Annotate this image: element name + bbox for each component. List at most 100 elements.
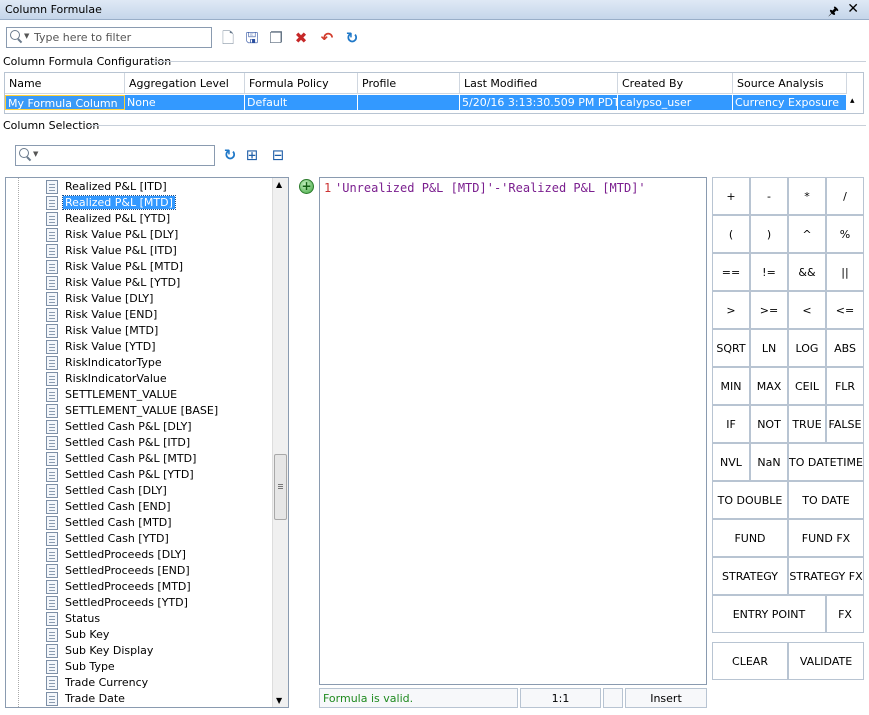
table-cell[interactable]: None xyxy=(125,95,245,110)
calc-button[interactable]: ^ xyxy=(788,215,826,253)
calc-button[interactable]: + xyxy=(712,177,750,215)
tree-item-label[interactable]: Status xyxy=(63,612,102,625)
column-search-input[interactable] xyxy=(41,147,211,164)
tree-item-label[interactable]: Risk Value P&L [YTD] xyxy=(63,276,182,289)
clear-button[interactable]: CLEAR xyxy=(712,642,788,680)
calc-button[interactable]: != xyxy=(750,253,788,291)
calc-button[interactable]: - xyxy=(750,177,788,215)
table-cell[interactable]: 5/20/16 3:13:30.509 PM PDT xyxy=(460,95,618,110)
copy-icon[interactable]: ❐ xyxy=(267,29,285,47)
table-scroll-icon[interactable]: ▴ xyxy=(850,96,855,106)
add-column-icon[interactable]: + xyxy=(299,179,314,194)
tree-item-label[interactable]: RiskIndicatorType xyxy=(63,356,164,369)
calc-button[interactable]: % xyxy=(826,215,864,253)
calc-button[interactable]: >= xyxy=(750,291,788,329)
scroll-up-icon[interactable]: ▲ xyxy=(276,180,282,189)
tree-item-label[interactable]: Risk Value [YTD] xyxy=(63,340,158,353)
tree-item-label[interactable]: Sub Key xyxy=(63,628,111,641)
fx-button[interactable]: FX xyxy=(826,595,864,633)
tree-item-label[interactable]: Settled Cash P&L [YTD] xyxy=(63,468,196,481)
table-cell[interactable]: calypso_user xyxy=(618,95,733,110)
validate-button[interactable]: VALIDATE xyxy=(788,642,864,680)
tree-item-label[interactable]: SettledProceeds [END] xyxy=(63,564,192,577)
tree-item-label[interactable]: Risk Value P&L [ITD] xyxy=(63,244,179,257)
calc-button[interactable]: STRATEGY xyxy=(712,557,788,595)
calc-button[interactable]: CEIL xyxy=(788,367,826,405)
calc-button[interactable]: == xyxy=(712,253,750,291)
tree-item-label[interactable]: SETTLEMENT_VALUE [BASE] xyxy=(63,404,220,417)
new-icon[interactable]: 🗋 xyxy=(219,29,237,47)
formula-editor[interactable]: 1 'Unrealized P&L [MTD]'-'Realized P&L [… xyxy=(319,177,707,685)
tree-scrollbar[interactable]: ▲ ▼ xyxy=(272,178,288,707)
calc-button[interactable]: ( xyxy=(712,215,750,253)
calc-button[interactable]: TRUE xyxy=(788,405,826,443)
delete-icon[interactable]: ✖ xyxy=(292,29,310,47)
config-filter[interactable]: ▼ xyxy=(6,27,212,48)
scroll-down-icon[interactable]: ▼ xyxy=(276,696,282,705)
calc-button[interactable]: STRATEGY FX xyxy=(788,557,864,595)
tree-item-label[interactable]: SettledProceeds [DLY] xyxy=(63,548,188,561)
calc-button[interactable]: <= xyxy=(826,291,864,329)
calc-button[interactable]: && xyxy=(788,253,826,291)
tree-item-label[interactable]: Risk Value P&L [DLY] xyxy=(63,228,180,241)
tree-item-label[interactable]: Settled Cash [YTD] xyxy=(63,532,171,545)
calc-button[interactable]: FUND xyxy=(712,519,788,557)
table-cell[interactable]: Default xyxy=(245,95,358,110)
table-cell[interactable]: My Formula Column xyxy=(5,95,125,110)
column-header[interactable]: Created By xyxy=(618,73,733,94)
column-header[interactable]: Name xyxy=(5,73,125,94)
entry-point-button[interactable]: ENTRY POINT xyxy=(712,595,826,633)
calc-button[interactable]: FUND FX xyxy=(788,519,864,557)
column-tree[interactable]: Realized P&L [ITD] Realized P&L [MTD] Real… xyxy=(5,177,289,708)
calc-button[interactable]: MIN xyxy=(712,367,750,405)
calc-button[interactable]: < xyxy=(788,291,826,329)
calc-button[interactable]: SQRT xyxy=(712,329,750,367)
calc-button[interactable]: * xyxy=(788,177,826,215)
calc-button[interactable]: / xyxy=(826,177,864,215)
selection-filter[interactable]: ▼ xyxy=(15,145,215,166)
refresh-icon[interactable]: ↻ xyxy=(221,146,239,164)
calc-button[interactable]: || xyxy=(826,253,864,291)
calc-button[interactable]: TO DOUBLE xyxy=(712,481,788,519)
close-icon[interactable]: ✕ xyxy=(847,1,859,17)
tree-item-label[interactable]: Sub Type xyxy=(63,660,117,673)
tree-item-label[interactable]: Sub Key Display xyxy=(63,644,155,657)
tree-item-label[interactable]: Trade Currency xyxy=(63,676,150,689)
tree-item-label[interactable]: Settled Cash [MTD] xyxy=(63,516,174,529)
calc-button[interactable]: ABS xyxy=(826,329,864,367)
tree-item-label[interactable]: SETTLEMENT_VALUE xyxy=(63,388,179,401)
calc-button[interactable]: TO DATE xyxy=(788,481,864,519)
tree-item-label[interactable]: Settled Cash P&L [ITD] xyxy=(63,436,192,449)
tree-item-label[interactable]: Settled Cash P&L [MTD] xyxy=(63,452,198,465)
calc-button[interactable]: LOG xyxy=(788,329,826,367)
column-header[interactable]: Last Modified xyxy=(460,73,618,94)
calc-button[interactable]: NVL xyxy=(712,443,750,481)
column-header[interactable]: Source Analysis xyxy=(733,73,847,94)
calc-button[interactable]: LN xyxy=(750,329,788,367)
expand-all-icon[interactable]: ⊞ xyxy=(243,146,261,164)
tree-item-label[interactable]: RiskIndicatorValue xyxy=(63,372,169,385)
table-cell[interactable]: Currency Exposure xyxy=(733,95,847,110)
chevron-down-icon[interactable]: ▼ xyxy=(24,32,29,40)
calc-button[interactable]: MAX xyxy=(750,367,788,405)
column-header[interactable]: Profile xyxy=(358,73,460,94)
tree-item-label[interactable]: Risk Value [END] xyxy=(63,308,159,321)
tree-item-label[interactable]: Risk Value [DLY] xyxy=(63,292,155,305)
calc-button[interactable]: > xyxy=(712,291,750,329)
tree-item-label[interactable]: Realized P&L [YTD] xyxy=(63,212,172,225)
undo-icon[interactable]: ↶ xyxy=(318,29,336,47)
tree-item-label[interactable]: Realized P&L [MTD] xyxy=(62,195,176,210)
tree-item-label[interactable]: SettledProceeds [MTD] xyxy=(63,580,193,593)
tree-item-label[interactable]: Realized P&L [ITD] xyxy=(63,180,169,193)
scroll-thumb[interactable] xyxy=(274,454,287,520)
save-icon[interactable]: 🖫 xyxy=(243,29,261,47)
calc-button[interactable]: TO DATETIME xyxy=(788,443,864,481)
tree-item-label[interactable]: SettledProceeds [YTD] xyxy=(63,596,190,609)
calc-button[interactable]: NaN xyxy=(750,443,788,481)
calc-button[interactable]: IF xyxy=(712,405,750,443)
column-header[interactable]: Aggregation Level xyxy=(125,73,245,94)
formula-code[interactable]: 'Unrealized P&L [MTD]'-'Realized P&L [MT… xyxy=(335,181,646,195)
tree-item-label[interactable]: Settled Cash [END] xyxy=(63,500,173,513)
calc-button[interactable]: NOT xyxy=(750,405,788,443)
tree-item-label[interactable]: Settled Cash P&L [DLY] xyxy=(63,420,194,433)
